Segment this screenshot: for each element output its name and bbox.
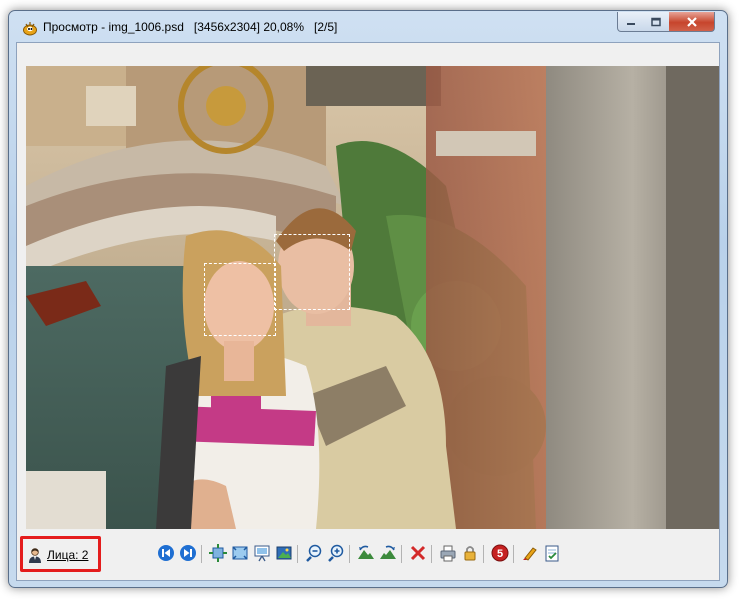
title-separator: - bbox=[101, 20, 106, 34]
lock-button[interactable] bbox=[461, 544, 481, 564]
title-bar[interactable]: Просмотр - img_1006.psd [3456x2304] 20,0… bbox=[9, 11, 727, 43]
minimize-button[interactable] bbox=[617, 12, 645, 32]
slideshow-button[interactable] bbox=[253, 544, 273, 564]
status-bar: Лица: 2 5 bbox=[17, 529, 719, 580]
set-wallpaper-button[interactable] bbox=[275, 544, 295, 564]
toolbar-separator bbox=[431, 545, 432, 563]
title-zoom: 20,08% bbox=[263, 20, 305, 34]
rotate-left-icon bbox=[358, 545, 374, 559]
delete-button[interactable] bbox=[409, 544, 429, 564]
zoom-out-icon bbox=[306, 544, 322, 562]
viewer-window: Просмотр - img_1006.psd [3456x2304] 20,0… bbox=[8, 10, 728, 588]
brush-icon bbox=[523, 547, 537, 561]
app-icon bbox=[23, 22, 37, 36]
actual-size-button[interactable] bbox=[231, 544, 251, 564]
title-position: [2/5] bbox=[314, 20, 338, 34]
toolbar-separator bbox=[483, 545, 484, 563]
rotate-right-button[interactable] bbox=[379, 544, 399, 564]
next-image-button[interactable] bbox=[179, 544, 199, 564]
viewer-client-area: Лица: 2 5 bbox=[16, 42, 720, 581]
face-box-woman[interactable] bbox=[204, 263, 276, 336]
faces-count-link[interactable]: Лица: 2 bbox=[20, 536, 101, 572]
rating-button[interactable]: 5 bbox=[491, 544, 511, 564]
print-button[interactable] bbox=[439, 544, 459, 564]
photo-canvas[interactable] bbox=[26, 66, 719, 529]
actual-size-icon bbox=[232, 546, 248, 560]
face-box-man[interactable] bbox=[274, 234, 350, 310]
zoom-in-button[interactable] bbox=[327, 544, 347, 564]
zoom-in-icon bbox=[328, 544, 344, 562]
window-title: Просмотр - img_1006.psd [3456x2304] 20,0… bbox=[43, 20, 337, 34]
toolbar-separator bbox=[401, 545, 402, 563]
minimize-icon bbox=[627, 22, 635, 25]
zoom-out-button[interactable] bbox=[305, 544, 325, 564]
rotate-right-icon bbox=[380, 545, 396, 559]
venice-couple-photo bbox=[26, 66, 719, 529]
toolbar-separator bbox=[201, 545, 202, 563]
toolbar-separator bbox=[297, 545, 298, 563]
fit-window-icon bbox=[209, 544, 227, 562]
faces-count-label: Лица: 2 bbox=[47, 548, 89, 562]
person-icon bbox=[29, 548, 41, 563]
title-app: Просмотр bbox=[43, 20, 98, 34]
rating-5-icon: 5 bbox=[491, 544, 509, 562]
slideshow-icon bbox=[254, 545, 270, 562]
close-button[interactable] bbox=[669, 12, 715, 32]
title-dimensions: [3456x2304] bbox=[193, 20, 260, 34]
maximize-icon bbox=[651, 17, 661, 26]
toolbar-separator bbox=[349, 545, 350, 563]
skip-back-icon bbox=[158, 545, 174, 561]
delete-icon bbox=[410, 545, 426, 561]
edit-button[interactable] bbox=[521, 544, 541, 564]
first-image-button[interactable] bbox=[157, 544, 177, 564]
lock-icon bbox=[464, 546, 476, 561]
properties-button[interactable] bbox=[543, 544, 563, 564]
fit-window-button[interactable] bbox=[209, 544, 229, 564]
toolbar-separator bbox=[513, 545, 514, 563]
picture-icon bbox=[276, 546, 292, 560]
print-icon bbox=[440, 545, 456, 562]
skip-forward-icon bbox=[180, 545, 196, 561]
maximize-button[interactable] bbox=[643, 12, 670, 32]
rotate-left-button[interactable] bbox=[357, 544, 377, 564]
close-icon bbox=[686, 16, 697, 27]
rating-value: 5 bbox=[497, 548, 503, 560]
title-file-name: img_1006.psd bbox=[108, 20, 184, 34]
document-check-icon bbox=[545, 545, 559, 562]
